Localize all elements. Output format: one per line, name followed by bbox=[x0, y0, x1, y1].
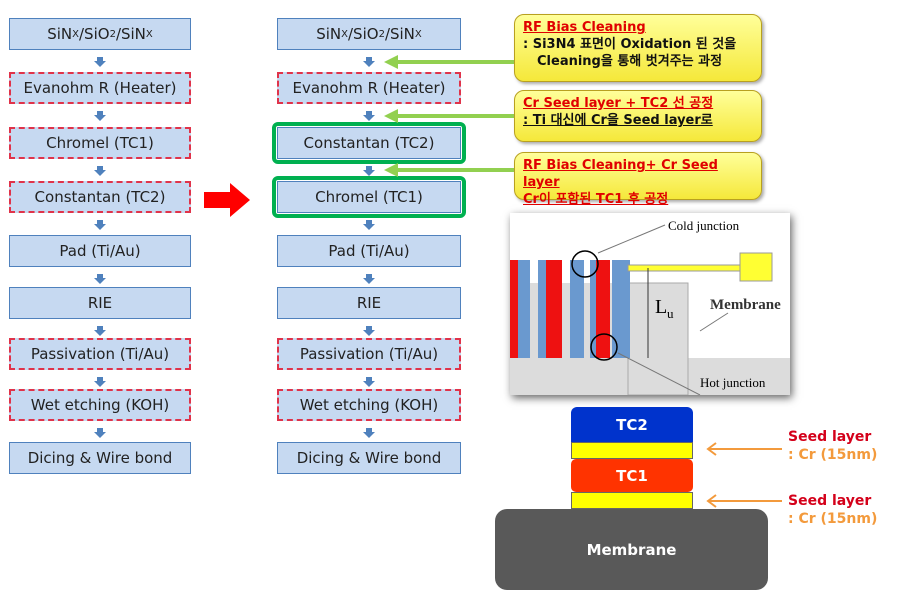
callout-title: RF Bias Cleaning+ Cr Seed layer bbox=[523, 158, 718, 190]
seed-label-bottom: Seed layer : Cr (15nm) bbox=[788, 492, 877, 528]
hot-junction-label: Hot junction bbox=[700, 375, 766, 390]
callout-body-2: Cleaning을 통해 벗겨주는 과정 bbox=[537, 54, 723, 69]
callout-body: : Si3N4 표면이 Oxidation 된 것을 bbox=[523, 37, 737, 52]
seed-layer-top bbox=[571, 442, 693, 459]
callout-title-2: Cr이 포함된 TC1 후 공정 bbox=[523, 192, 669, 207]
seed-layer-bottom bbox=[571, 492, 693, 509]
length-sub-label: u bbox=[667, 306, 674, 321]
seed-detail: : Cr (15nm) bbox=[788, 511, 878, 527]
membrane-layer: Membrane bbox=[495, 509, 768, 590]
seed-title: Seed layer bbox=[788, 429, 872, 445]
thermocouple-figure: Cold junction Hot junction Membrane L u bbox=[510, 213, 790, 396]
callout-cr-seed-tc1: RF Bias Cleaning+ Cr Seed layer Cr이 포함된 … bbox=[514, 152, 762, 207]
cold-junction-label: Cold junction bbox=[668, 218, 740, 233]
callout-title: Cr Seed layer + TC2 선 공정 bbox=[523, 96, 714, 111]
callout-body: : Ti 대신에 Cr을 Seed layer로 bbox=[523, 113, 713, 128]
tc1-layer: TC1 bbox=[571, 459, 693, 492]
length-label: L bbox=[655, 296, 667, 318]
seed-label-top: Seed layer : Cr (15nm) bbox=[788, 428, 877, 464]
callout-rf-bias-cleaning: RF Bias Cleaning : Si3N4 표면이 Oxidation 된… bbox=[514, 14, 762, 82]
tc2-layer: TC2 bbox=[571, 407, 693, 442]
seed-detail: : Cr (15nm) bbox=[788, 447, 878, 463]
seed-title: Seed layer bbox=[788, 493, 872, 509]
callout-title: RF Bias Cleaning bbox=[523, 20, 646, 35]
membrane-label: Membrane bbox=[710, 297, 781, 313]
callout-cr-seed-tc2: Cr Seed layer + TC2 선 공정 : Ti 대신에 Cr을 Se… bbox=[514, 90, 762, 142]
